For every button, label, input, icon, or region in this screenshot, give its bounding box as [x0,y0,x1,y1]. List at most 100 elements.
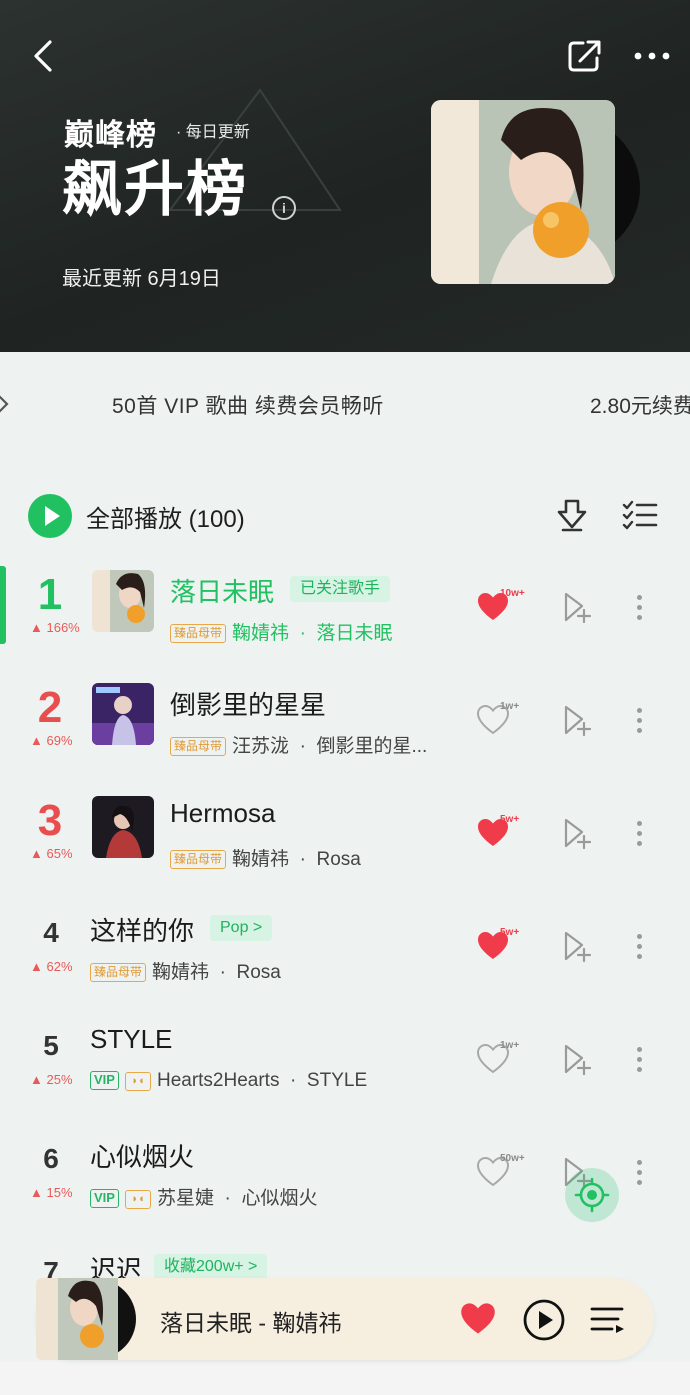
artist-name[interactable]: 鞠婧祎 [152,962,209,983]
song-subtitle: 臻品母带 鞠婧祎 · Rosa [90,957,281,984]
trend-value: 166% [46,620,80,635]
multi-select-button[interactable] [620,497,660,533]
mini-play-button[interactable] [522,1298,566,1342]
page-title: 飙升榜 [62,156,248,223]
rank-trend: ▲ 65% [30,846,73,861]
info-button[interactable]: i [272,196,296,220]
song-more-button[interactable] [628,701,650,739]
master-tape-tag: 臻品母带 [170,850,227,869]
song-row[interactable]: 5 ▲ 25% STYLE VIP ◗◖ Hearts2Hearts · STYLE… [0,1018,690,1128]
artist-name[interactable]: 鞠婧祎 [232,623,289,644]
vip-renew-price[interactable]: 2.80元续费 [590,390,690,420]
song-title: 落日未眠 [170,577,275,607]
master-tape-tag: 臻品母带 [170,737,227,756]
add-to-playlist-button[interactable] [560,703,594,737]
song-subtitle: VIP ◗◖ 苏星婕 · 心似烟火 [90,1183,317,1210]
song-more-button[interactable] [628,814,650,852]
song-title: 心似烟火 [90,1142,195,1172]
song-thumbnail [92,570,154,632]
song-title: STYLE [90,1024,173,1054]
heart-filled-icon [461,1303,495,1334]
song-title: 倒影里的星星 [170,690,327,720]
chart-header: 巅峰榜 · 每日更新 飙升榜 i 最近更新 6月19日 [0,0,690,352]
vip-banner-text: 50首 VIP 歌曲 续费会员畅听 [112,395,384,418]
add-to-playlist-icon [564,818,592,850]
cover-art-icon [431,100,615,284]
song-more-button[interactable] [628,1040,650,1078]
song-title: 这样的你 [90,916,195,946]
trend-value: 25% [46,1072,73,1087]
download-icon [557,499,587,532]
song-row[interactable]: 2 ▲ 69% 倒影里的星星 臻品母带 汪苏泷 · 倒影里的星... 1w+ [0,679,690,789]
trend-value: 69% [46,733,73,748]
mini-player-artwork[interactable] [20,1276,136,1362]
artist-name[interactable]: 汪苏泷 [232,736,289,757]
album-name[interactable]: Rosa [316,849,360,870]
album-name[interactable]: Rosa [236,962,280,983]
album-name[interactable]: 心似烟火 [241,1188,317,1209]
vip-tag: VIP [90,1189,119,1208]
song-row[interactable]: 1 ▲ 166% 落日未眠 已关注歌手 臻品母带 鞠婧祎 · 落日未眠 10w+ [0,566,690,676]
now-playing-indicator [0,566,6,644]
rank-trend: ▲ 69% [30,733,73,748]
play-all-label[interactable]: 全部播放 (100) [86,499,245,534]
album-name[interactable]: 倒影里的星... [316,736,427,757]
add-to-playlist-icon [564,1044,592,1076]
song-subtitle: 臻品母带 汪苏泷 · 倒影里的星... [170,731,427,758]
add-to-playlist-icon [564,705,592,737]
chevron-right-icon [0,395,9,413]
vip-banner[interactable]: 50首 VIP 歌曲 续费会员畅听 2.80元续费 [0,378,690,430]
playlist-queue-button[interactable] [588,1302,628,1338]
album-name[interactable]: STYLE [307,1070,367,1091]
like-count: 5w+ [500,814,520,825]
rank-trend: ▲ 25% [30,1072,73,1087]
album-cover [431,100,615,284]
now-playing-title[interactable]: 落日未眠 - 鞠婧祎 [160,1304,341,1338]
add-to-playlist-button[interactable] [560,1042,594,1076]
song-more-button[interactable] [628,927,650,965]
genre-chip[interactable]: Pop > [210,915,273,941]
collect-count-chip[interactable]: 收藏200w+ > [154,1254,268,1280]
play-all-button[interactable] [28,494,72,538]
vip-tag: VIP [90,1071,119,1090]
like-count: 50w+ [500,1153,525,1164]
artist-name[interactable]: 鞠婧祎 [232,849,289,870]
add-to-playlist-button[interactable] [560,816,594,850]
add-to-playlist-button[interactable] [560,590,594,624]
locate-icon [574,1177,610,1213]
dolby-icon: ◗◖ [124,1190,151,1209]
locate-current-song-button[interactable] [565,1168,619,1222]
add-to-playlist-button[interactable] [560,929,594,963]
album-name[interactable]: 落日未眠 [316,623,392,644]
share-icon [568,40,601,72]
back-button[interactable] [28,38,62,74]
artist-name[interactable]: 苏星婕 [157,1188,214,1209]
play-icon [45,506,60,526]
play-circle-icon [523,1299,565,1341]
queue-icon [590,1307,624,1333]
artist-name[interactable]: Hearts2Hearts [157,1070,280,1091]
rank-trend: ▲ 62% [30,959,73,974]
song-more-button[interactable] [628,588,650,626]
rank-number: 3 [37,796,63,845]
share-button[interactable] [566,38,604,74]
rank-number: 5 [43,1030,59,1061]
song-more-button[interactable] [628,1153,650,1191]
more-options-button[interactable] [630,40,674,72]
song-subtitle: VIP ◗◖ Hearts2Hearts · STYLE [90,1070,367,1092]
master-tape-tag: 臻品母带 [170,624,227,643]
like-count: 5w+ [500,927,520,938]
song-row[interactable]: 4 ▲ 62% 这样的你 Pop > 臻品母带 鞠婧祎 · Rosa 5w+ [0,905,690,1015]
song-row[interactable]: 3 ▲ 65% Hermosa 臻品母带 鞠婧祎 · Rosa 5w+ [0,792,690,902]
rank-number: 6 [43,1143,59,1174]
checklist-icon [622,500,658,530]
last-updated: 最近更新 6月19日 [62,268,221,290]
bottom-safe-area [0,1362,690,1395]
like-count: 1w+ [500,701,520,712]
trend-value: 62% [46,959,73,974]
download-button[interactable] [554,497,590,533]
ellipsis-icon [634,52,670,60]
mini-like-button[interactable] [458,1300,498,1338]
brand-name: 巅峰榜 [64,119,157,152]
rank-number: 4 [43,917,59,948]
